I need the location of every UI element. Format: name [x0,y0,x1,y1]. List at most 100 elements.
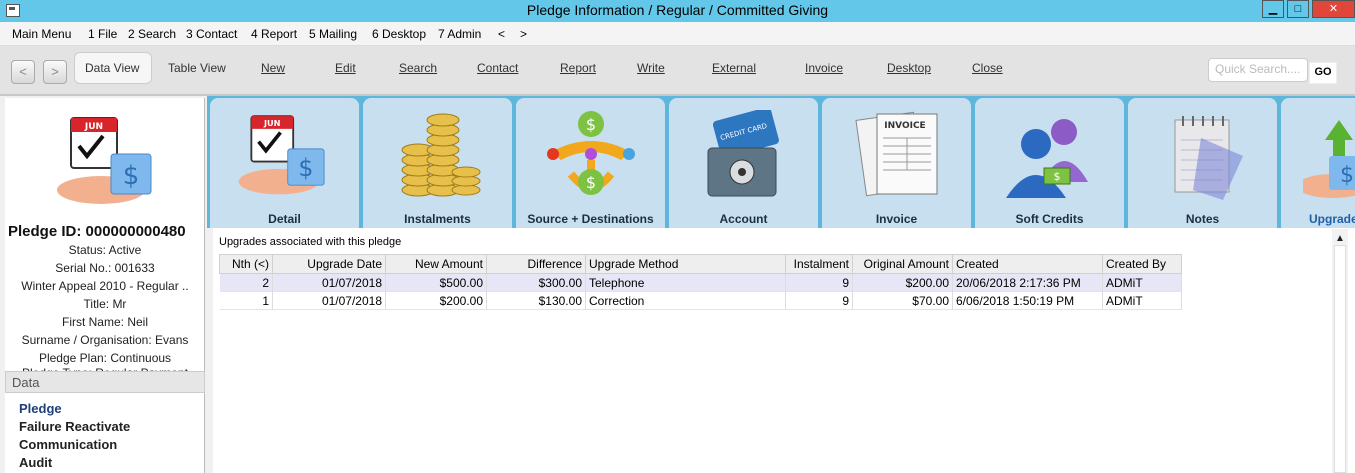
menu-scroll-left[interactable]: < [498,27,505,41]
cell-created: 6/06/2018 1:50:19 PM [952,291,1103,310]
module-tab-strip: JUN $ Detail Instalments $ $ Source + De… [207,96,1355,228]
data-link-audit[interactable]: Audit [19,455,52,470]
safe-credit-card-icon: CREDIT CARD [707,110,779,197]
tab-upgrades[interactable]: $ Upgrades [1281,98,1355,228]
invoice-document-icon: INVOICE [855,111,938,197]
cell-upgrade-method: Telephone [585,273,786,292]
close-button[interactable]: Close [972,61,1003,75]
source-destination-icon: $ $ [547,111,635,195]
external-button[interactable]: External [712,61,756,75]
menu-contact[interactable]: 3 Contact [186,27,237,41]
notes-notepad-icon [1174,116,1243,200]
menu-scroll-right[interactable]: > [520,27,527,41]
scrollbar-thumb[interactable] [1334,245,1346,473]
tab-source-destinations[interactable]: $ $ Source + Destinations [516,98,665,228]
data-link-communication[interactable]: Communication [19,437,117,452]
desktop-button[interactable]: Desktop [887,61,931,75]
col-original-amount[interactable]: Original Amount [852,254,953,274]
quick-search-input[interactable]: Quick Search.... [1208,58,1308,82]
title-bar: Pledge Information / Regular / Committed… [0,0,1355,22]
pledge-plan-label: Pledge Plan: Continuous [38,351,172,365]
title-label: Title: Mr [83,297,127,311]
tab-notes[interactable]: Notes [1128,98,1277,228]
upgrades-table: Nth (<) Upgrade Date New Amount Differen… [219,254,1182,310]
surname-label: Surname / Organisation: Evans [21,333,189,347]
table-row[interactable]: 2 01/07/2018 $500.00 $300.00 Telephone 9… [219,273,1182,292]
close-window-button[interactable]: ✕ [1312,0,1355,18]
coin-stack-icon [401,113,481,197]
detail-calendar-icon: JUN $ [238,115,325,195]
menu-mailing[interactable]: 5 Mailing [309,27,357,41]
forward-button[interactable]: > [43,60,67,84]
go-button[interactable]: GO [1309,62,1337,84]
svg-text:$: $ [1054,170,1061,183]
edit-button[interactable]: Edit [335,61,356,75]
tab-instalments[interactable]: Instalments [363,98,512,228]
tab-detail[interactable]: JUN $ Detail [210,98,359,228]
cell-difference: $130.00 [486,291,586,310]
tab-soft-credits[interactable]: $ Soft Credits [975,98,1124,228]
tab-upgrades-label: Upgrades [1309,212,1355,226]
col-upgrade-date[interactable]: Upgrade Date [272,254,386,274]
cell-created: 20/06/2018 2:17:36 PM [952,273,1103,292]
tab-instalments-label: Instalments [404,212,471,226]
tab-account-label: Account [719,212,768,226]
cell-original-amount: $200.00 [852,273,953,292]
cell-nth: 1 [219,291,273,310]
tab-calendar-month-label: JUN [263,118,281,128]
invoice-doc-label: INVOICE [884,121,925,131]
menu-admin[interactable]: 7 Admin [438,27,481,41]
cell-upgrade-date: 01/07/2018 [272,273,386,292]
invoice-button[interactable]: Invoice [805,61,843,75]
cell-instalment: 9 [785,273,853,292]
svg-text:$: $ [586,115,596,134]
maximize-button[interactable]: □ [1287,0,1309,18]
tab-detail-label: Detail [268,212,301,226]
cell-new-amount: $500.00 [385,273,487,292]
menu-report[interactable]: 4 Report [251,27,297,41]
col-instalment[interactable]: Instalment [785,254,853,274]
menu-desktop[interactable]: 6 Desktop [372,27,426,41]
report-button[interactable]: Report [560,61,596,75]
cell-created-by: ADMiT [1102,273,1182,292]
minimize-button[interactable]: ▁ [1262,0,1284,18]
svg-text:$: $ [123,161,140,191]
menu-main[interactable]: Main Menu [12,27,71,41]
back-button[interactable]: < [11,60,35,84]
svg-text:$: $ [586,173,596,192]
svg-text:$: $ [1340,163,1354,188]
tab-source-destinations-label: Source + Destinations [527,212,654,226]
new-button[interactable]: New [261,61,285,75]
scroll-up-arrow-icon[interactable]: ▲ [1335,233,1345,244]
tab-notes-label: Notes [1185,212,1220,226]
col-difference[interactable]: Difference [486,254,586,274]
contact-button[interactable]: Contact [477,61,518,75]
serial-no-label: Serial No.: 001633 [55,261,155,275]
cell-upgrade-date: 01/07/2018 [272,291,386,310]
table-header-row: Nth (<) Upgrade Date New Amount Differen… [219,254,1182,274]
col-nth[interactable]: Nth (<) [219,254,273,274]
vertical-scrollbar[interactable]: ▲ [1332,229,1348,473]
tab-invoice[interactable]: INVOICE Invoice [822,98,971,228]
table-row[interactable]: 1 01/07/2018 $200.00 $130.00 Correction … [219,291,1182,310]
col-created[interactable]: Created [952,254,1103,274]
data-link-failure-reactivate[interactable]: Failure Reactivate [19,419,130,434]
status-label: Status: Active [68,243,142,257]
tab-account[interactable]: CREDIT CARD Account [669,98,818,228]
cell-original-amount: $70.00 [852,291,953,310]
search-button[interactable]: Search [399,61,437,75]
col-new-amount[interactable]: New Amount [385,254,487,274]
campaign-label: Winter Appeal 2010 - Regular .. [21,279,189,293]
menu-file[interactable]: 1 File [88,27,117,41]
menu-search[interactable]: 2 Search [128,27,176,41]
col-created-by[interactable]: Created By [1102,254,1182,274]
data-section-header[interactable]: Data [5,371,205,393]
calendar-month-label: JUN [84,122,103,132]
cell-instalment: 9 [785,291,853,310]
tab-invoice-label: Invoice [875,212,918,226]
col-upgrade-method[interactable]: Upgrade Method [585,254,786,274]
menu-bar: Main Menu 1 File 2 Search 3 Contact 4 Re… [0,22,1355,46]
data-link-pledge[interactable]: Pledge [19,401,62,416]
table-view-button[interactable]: Table View [168,61,226,75]
write-button[interactable]: Write [637,61,665,75]
